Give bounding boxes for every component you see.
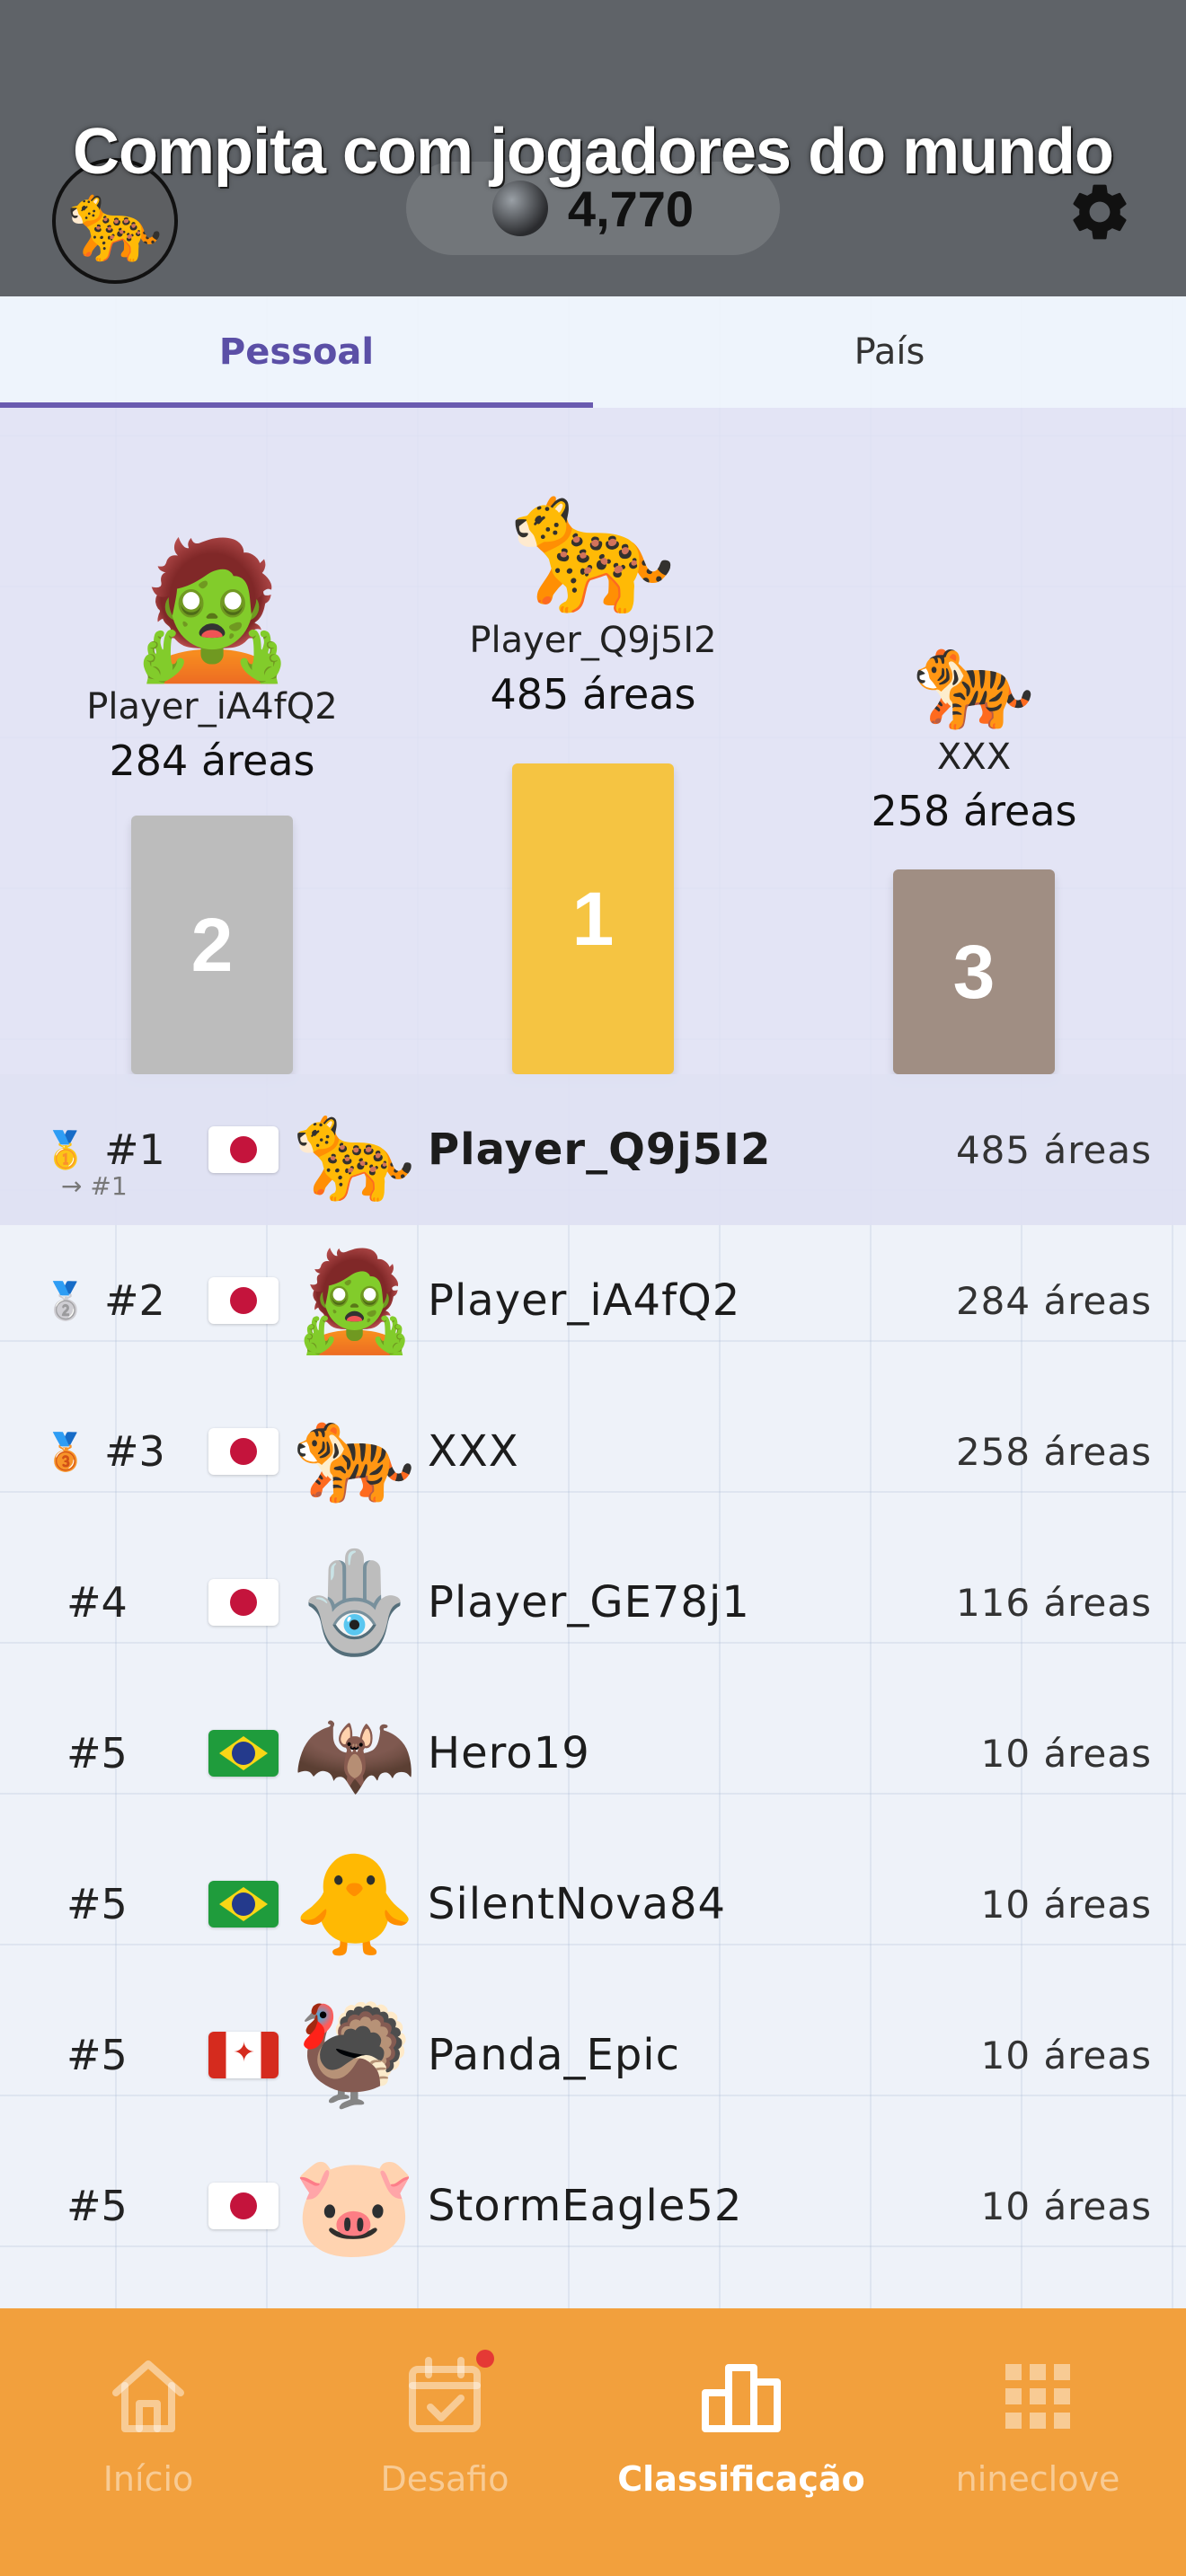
podium-block-second: 2 bbox=[131, 816, 293, 1074]
player-avatar: 🐆 bbox=[293, 1092, 416, 1207]
player-avatar: 🐥 bbox=[293, 1847, 416, 1962]
tab-bar: Pessoal País bbox=[0, 296, 1186, 408]
table-row[interactable]: #5 🦇 Hero19 10 áreas bbox=[0, 1678, 1186, 1829]
japan-flag-icon bbox=[208, 1277, 279, 1324]
nav-nineclove[interactable]: nineclove bbox=[890, 2308, 1186, 2576]
gold-medal-icon: 🥇 bbox=[43, 1129, 88, 1171]
rank: #5 bbox=[66, 2182, 128, 2230]
app-root: 🐆 4,770 Compita com jogadores do mundo P… bbox=[0, 0, 1186, 2576]
brazil-flag-icon bbox=[208, 1881, 279, 1928]
calendar-check-icon bbox=[409, 2357, 481, 2432]
leaderboard-icon bbox=[702, 2364, 781, 2432]
podium: 🧟 Player_iA4fQ2 284 áreas 🐆 Player_Q9j5I… bbox=[0, 408, 1186, 1074]
table-row[interactable]: #5 🐥 SilentNova84 10 áreas bbox=[0, 1829, 1186, 1980]
player-score: 284 áreas bbox=[955, 1278, 1152, 1323]
page-title: Compita com jogadores do mundo bbox=[72, 116, 1114, 188]
player-score: 10 áreas bbox=[980, 1731, 1152, 1776]
player-avatar: 🦃 bbox=[293, 1998, 416, 2113]
coin-icon bbox=[491, 181, 548, 236]
leaderboard-list: 🥇 #1 → #1 🐆 Player_Q9j5I2 485 áreas 🥈 #2… bbox=[0, 1074, 1186, 2281]
podium-third-name: XXX bbox=[936, 737, 1012, 778]
player-avatar: 🧟 bbox=[293, 1243, 416, 1358]
tab-personal[interactable]: Pessoal bbox=[0, 296, 593, 408]
rank: #2 bbox=[104, 1276, 165, 1325]
table-row[interactable]: 🥉 #3 🐅 XXX 258 áreas bbox=[0, 1376, 1186, 1527]
rank-change: → #1 bbox=[61, 1171, 128, 1201]
podium-second-avatar: 🧟 bbox=[128, 532, 296, 688]
nav-challenge[interactable]: Desafio bbox=[296, 2308, 593, 2576]
podium-second[interactable]: 🧟 Player_iA4fQ2 284 áreas bbox=[45, 543, 379, 785]
nav-leaderboard-label: Classificação bbox=[617, 2459, 865, 2499]
player-avatar: 🪬 bbox=[293, 1545, 416, 1660]
player-name: Hero19 bbox=[428, 1728, 590, 1778]
podium-first-avatar: 🐆 bbox=[509, 465, 677, 622]
rank: #5 bbox=[66, 1880, 128, 1928]
canada-flag-icon bbox=[208, 2032, 279, 2078]
player-score: 258 áreas bbox=[955, 1429, 1152, 1474]
rank: #5 bbox=[66, 1729, 128, 1778]
rank: #3 bbox=[104, 1427, 165, 1476]
japan-flag-icon bbox=[208, 2183, 279, 2229]
player-name: StormEagle52 bbox=[428, 2181, 743, 2231]
notification-badge bbox=[476, 2350, 494, 2368]
player-score: 10 áreas bbox=[980, 1882, 1152, 1927]
table-row[interactable]: #4 🪬 Player_GE78j1 116 áreas bbox=[0, 1527, 1186, 1678]
grid-icon bbox=[1005, 2364, 1070, 2429]
table-row[interactable]: #5 🐷 StormEagle52 10 áreas bbox=[0, 2130, 1186, 2281]
player-score: 10 áreas bbox=[980, 2033, 1152, 2078]
player-name: Player_GE78j1 bbox=[428, 1577, 750, 1628]
nav-home-label: Início bbox=[102, 2459, 194, 2499]
silver-medal-icon: 🥈 bbox=[43, 1280, 88, 1322]
japan-flag-icon bbox=[208, 1126, 279, 1173]
podium-third[interactable]: 🐅 XXX 258 áreas bbox=[807, 629, 1141, 835]
player-name: Panda_Epic bbox=[428, 2030, 681, 2080]
nav-leaderboard[interactable]: Classificação bbox=[593, 2308, 890, 2576]
player-avatar: 🐅 bbox=[293, 1394, 416, 1509]
rank: #5 bbox=[66, 2031, 128, 2079]
nav-home[interactable]: Início bbox=[0, 2308, 296, 2576]
podium-second-score: 284 áreas bbox=[109, 737, 315, 785]
podium-first-score: 485 áreas bbox=[490, 670, 696, 719]
podium-second-name: Player_iA4fQ2 bbox=[86, 686, 338, 728]
player-score: 485 áreas bbox=[955, 1127, 1152, 1172]
player-score: 10 áreas bbox=[980, 2183, 1152, 2228]
podium-third-avatar: 🐅 bbox=[912, 621, 1036, 736]
table-row[interactable]: 🥇 #1 → #1 🐆 Player_Q9j5I2 485 áreas bbox=[0, 1074, 1186, 1225]
tab-country[interactable]: País bbox=[593, 296, 1186, 408]
bronze-medal-icon: 🥉 bbox=[43, 1431, 88, 1473]
player-name: SilentNova84 bbox=[428, 1879, 727, 1929]
table-row[interactable]: #5 🦃 Panda_Epic 10 áreas bbox=[0, 1980, 1186, 2130]
podium-first[interactable]: 🐆 Player_Q9j5I2 485 áreas bbox=[426, 476, 760, 719]
header: 🐆 4,770 Compita com jogadores do mundo bbox=[0, 0, 1186, 296]
player-name: Player_iA4fQ2 bbox=[428, 1275, 741, 1326]
japan-flag-icon bbox=[208, 1428, 279, 1475]
podium-block-third: 3 bbox=[893, 869, 1055, 1074]
rank: #1 bbox=[104, 1125, 165, 1174]
home-icon bbox=[112, 2360, 184, 2432]
nav-nineclove-label: nineclove bbox=[955, 2459, 1120, 2499]
podium-block-first: 1 bbox=[512, 763, 674, 1074]
podium-first-name: Player_Q9j5I2 bbox=[469, 620, 717, 661]
podium-third-score: 258 áreas bbox=[871, 787, 1077, 835]
player-name: Player_Q9j5I2 bbox=[428, 1125, 772, 1175]
brazil-flag-icon bbox=[208, 1730, 279, 1777]
player-score: 116 áreas bbox=[955, 1580, 1152, 1625]
player-name: XXX bbox=[428, 1426, 519, 1477]
player-avatar: 🦇 bbox=[293, 1696, 416, 1811]
bottom-nav: Início Desafio Classificação nineclove bbox=[0, 2308, 1186, 2576]
nav-challenge-label: Desafio bbox=[380, 2459, 509, 2499]
table-row[interactable]: 🥈 #2 🧟 Player_iA4fQ2 284 áreas bbox=[0, 1225, 1186, 1376]
japan-flag-icon bbox=[208, 1579, 279, 1626]
player-avatar: 🐷 bbox=[293, 2148, 416, 2263]
rank: #4 bbox=[66, 1578, 128, 1627]
